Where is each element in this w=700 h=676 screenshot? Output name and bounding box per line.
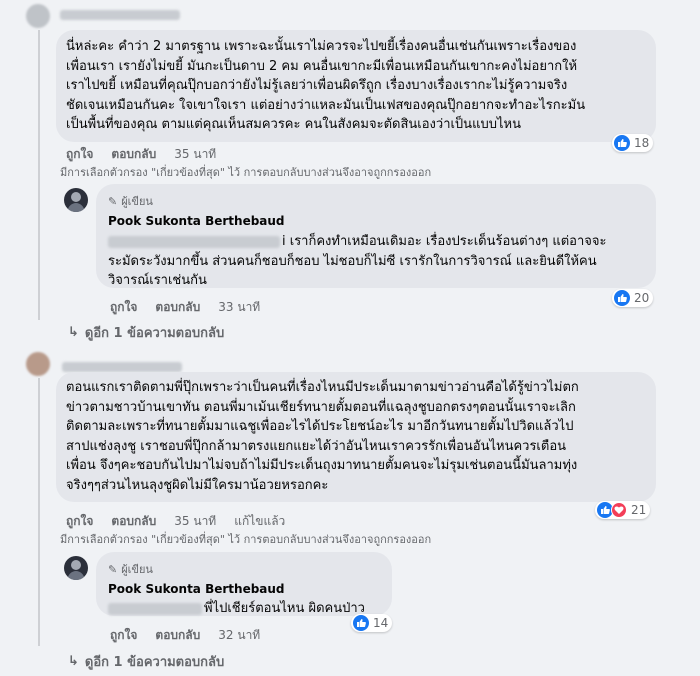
comment-text: นี่หล่ะคะ คำว่า 2 มาตรฐาน เพราะฉะนั้นเรา…: [66, 39, 586, 132]
like-button[interactable]: ถูกใจ: [66, 145, 93, 164]
reaction-count[interactable]: 20: [612, 289, 654, 307]
reaction-count[interactable]: 21: [595, 501, 651, 519]
reply-arrow-icon: ↳: [68, 654, 79, 669]
filter-note: มีการเลือกตัวกรอง "เกี่ยวข้องที่สุด" ไว้…: [60, 166, 432, 179]
author-avatar[interactable]: [64, 556, 88, 580]
author-badge: ✎ ผู้เขียน: [108, 560, 380, 578]
comment-bubble: ตอนแรกเราติดตามพี่ปุ๊กเพราะว่าเป็นคนที่เ…: [56, 372, 656, 502]
reaction-number: 14: [373, 616, 389, 630]
comment-bubble: นี่หล่ะคะ คำว่า 2 มาตรฐาน เพราะฉะนั้นเรา…: [56, 30, 656, 142]
love-reaction-icon: [611, 502, 627, 518]
commenter-name-redacted[interactable]: [62, 362, 182, 372]
reply-author-name[interactable]: Pook Sukonta Berthebaud: [108, 582, 380, 596]
commenter-name-redacted[interactable]: [60, 10, 180, 20]
like-reaction-icon: [614, 290, 630, 306]
reaction-count[interactable]: 18: [612, 134, 654, 152]
author-badge: ✎ ผู้เขียน: [108, 192, 644, 210]
reply-text: พี่ไปเชียร์ตอนไหน ผิดคนป่าว: [204, 601, 365, 616]
reply-actions: ถูกใจ ตอบกลับ 33 นาที: [110, 298, 260, 317]
timestamp[interactable]: 35 นาที: [174, 145, 216, 164]
author-badge-label: ผู้เขียน: [121, 195, 153, 208]
mentioned-name-redacted[interactable]: [108, 602, 202, 615]
comment-actions: ถูกใจ ตอบกลับ 35 นาที แก้ไขแล้ว: [66, 512, 285, 531]
reply-text-first-line: i เราก็คงทำเหมือนเดิมอะ เรื่องประเด็นร้อ…: [282, 234, 607, 249]
reaction-number: 20: [634, 291, 650, 305]
author-badge-label: ผู้เขียน: [121, 563, 153, 576]
reaction-count[interactable]: 14: [351, 614, 393, 632]
author-avatar[interactable]: [64, 188, 88, 212]
reaction-number: 21: [631, 503, 647, 517]
view-more-replies-label: ดูอีก 1 ข้อความตอบกลับ: [84, 326, 225, 341]
like-button[interactable]: ถูกใจ: [110, 626, 137, 645]
reaction-number: 18: [634, 136, 650, 150]
pen-icon: ✎: [108, 562, 118, 576]
comment-text: ตอนแรกเราติดตามพี่ปุ๊กเพราะว่าเป็นคนที่เ…: [66, 380, 579, 493]
reply-button[interactable]: ตอบกลับ: [155, 298, 200, 317]
filter-note: มีการเลือกตัวกรอง "เกี่ยวข้องที่สุด" ไว้…: [60, 533, 432, 546]
commenter-avatar[interactable]: [26, 352, 50, 376]
thread-line: [38, 30, 40, 320]
reply-author-name[interactable]: Pook Sukonta Berthebaud: [108, 214, 644, 228]
mentioned-name-redacted[interactable]: [108, 235, 280, 248]
reply-arrow-icon: ↳: [68, 325, 79, 340]
reply-text: ระมัดระวังมากขึ้น ส่วนคนก็ชอบก็ชอบ ไม่ชอ…: [108, 253, 597, 289]
like-reaction-icon: [353, 615, 369, 631]
like-button[interactable]: ถูกใจ: [110, 298, 137, 317]
view-more-replies[interactable]: ↳ ดูอีก 1 ข้อความตอบกลับ: [68, 322, 224, 343]
view-more-replies[interactable]: ↳ ดูอีก 1 ข้อความตอบกลับ: [68, 651, 224, 672]
edited-label[interactable]: แก้ไขแล้ว: [234, 512, 285, 531]
reply-button[interactable]: ตอบกลับ: [111, 145, 156, 164]
timestamp[interactable]: 33 นาที: [218, 298, 260, 317]
timestamp[interactable]: 32 นาที: [218, 626, 260, 645]
reply-bubble: ✎ ผู้เขียน Pook Sukonta Berthebaud i เรา…: [96, 184, 656, 288]
reply-button[interactable]: ตอบกลับ: [155, 626, 200, 645]
like-reaction-icon: [614, 135, 630, 151]
like-button[interactable]: ถูกใจ: [66, 512, 93, 531]
thread-line: [38, 378, 40, 646]
commenter-avatar[interactable]: [26, 4, 50, 28]
comment-actions: ถูกใจ ตอบกลับ 35 นาที: [66, 145, 216, 164]
reply-button[interactable]: ตอบกลับ: [111, 512, 156, 531]
reply-bubble: ✎ ผู้เขียน Pook Sukonta Berthebaud พี่ไป…: [96, 552, 392, 616]
reply-actions: ถูกใจ ตอบกลับ 32 นาที: [110, 626, 260, 645]
timestamp[interactable]: 35 นาที: [174, 512, 216, 531]
pen-icon: ✎: [108, 194, 118, 208]
view-more-replies-label: ดูอีก 1 ข้อความตอบกลับ: [84, 655, 225, 670]
